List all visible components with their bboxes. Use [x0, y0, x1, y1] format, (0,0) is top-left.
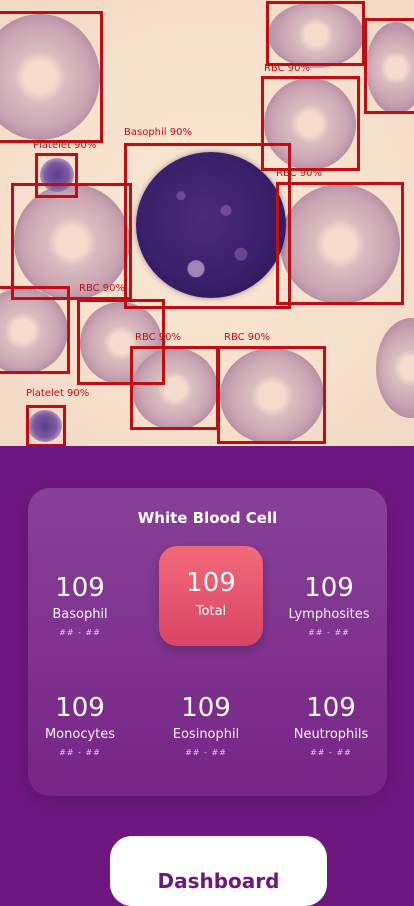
stat-lymphosites[interactable]: 109 Lymphosites ## - ## — [274, 575, 384, 637]
stat-range: ## - ## — [310, 748, 352, 757]
stat-value: 109 — [181, 693, 231, 723]
stat-value: 109 — [55, 573, 105, 603]
detection-box-basophil — [124, 143, 291, 309]
stat-label: Monocytes — [44, 727, 116, 742]
detection-box-platelet — [26, 405, 66, 446]
stat-monocytes[interactable]: 109 Monocytes ## - ## — [25, 695, 135, 757]
total-value: 109 — [186, 568, 236, 598]
detection-box — [364, 18, 414, 114]
detection-box — [276, 182, 404, 305]
detection-label: Platelet 90% — [33, 140, 97, 151]
detection-label: Basophil 90% — [124, 127, 192, 138]
stat-value: 109 — [306, 693, 356, 723]
stat-label: Basophil — [52, 607, 108, 622]
detection-box — [130, 346, 219, 430]
stat-value: 109 — [304, 573, 354, 603]
stat-neutrophils[interactable]: 109 Neutrophils ## - ## — [276, 695, 386, 757]
detection-label: RBC 90% — [135, 332, 182, 343]
stat-range: ## - ## — [59, 748, 101, 757]
stat-value: 109 — [55, 693, 105, 723]
detection-label: RBC 90% — [224, 332, 271, 343]
detection-box — [266, 1, 365, 66]
wbc-panel: White Blood Cell 109 Total 109 Basophil … — [28, 488, 387, 796]
rbc-cell — [376, 318, 414, 418]
stat-label: Neutrophils — [293, 727, 369, 742]
stat-range: ## - ## — [308, 628, 350, 637]
microscope-image: Basophil 90% Platelet 90% RBC 90% RBC 90… — [0, 0, 414, 446]
stat-label: Eosinophil — [172, 727, 240, 742]
detection-label: RBC 90% — [79, 283, 126, 294]
panel-title: White Blood Cell — [137, 509, 278, 527]
total-label: Total — [195, 604, 227, 619]
detection-box — [217, 346, 326, 444]
detection-label: RBC 90% — [264, 63, 311, 74]
stat-label: Lymphosites — [288, 607, 370, 622]
stat-range: ## - ## — [59, 628, 101, 637]
detection-box — [0, 11, 103, 143]
dashboard-button-label: Dashboard — [157, 869, 280, 893]
stat-range: ## - ## — [185, 748, 227, 757]
stat-eosinophil[interactable]: 109 Eosinophil ## - ## — [151, 695, 261, 757]
detection-label: RBC 90% — [276, 168, 323, 179]
detection-box — [0, 286, 70, 374]
detection-label: Platelet 90% — [26, 388, 90, 399]
total-tile[interactable]: 109 Total — [159, 546, 263, 646]
stat-basophil[interactable]: 109 Basophil ## - ## — [25, 575, 135, 637]
